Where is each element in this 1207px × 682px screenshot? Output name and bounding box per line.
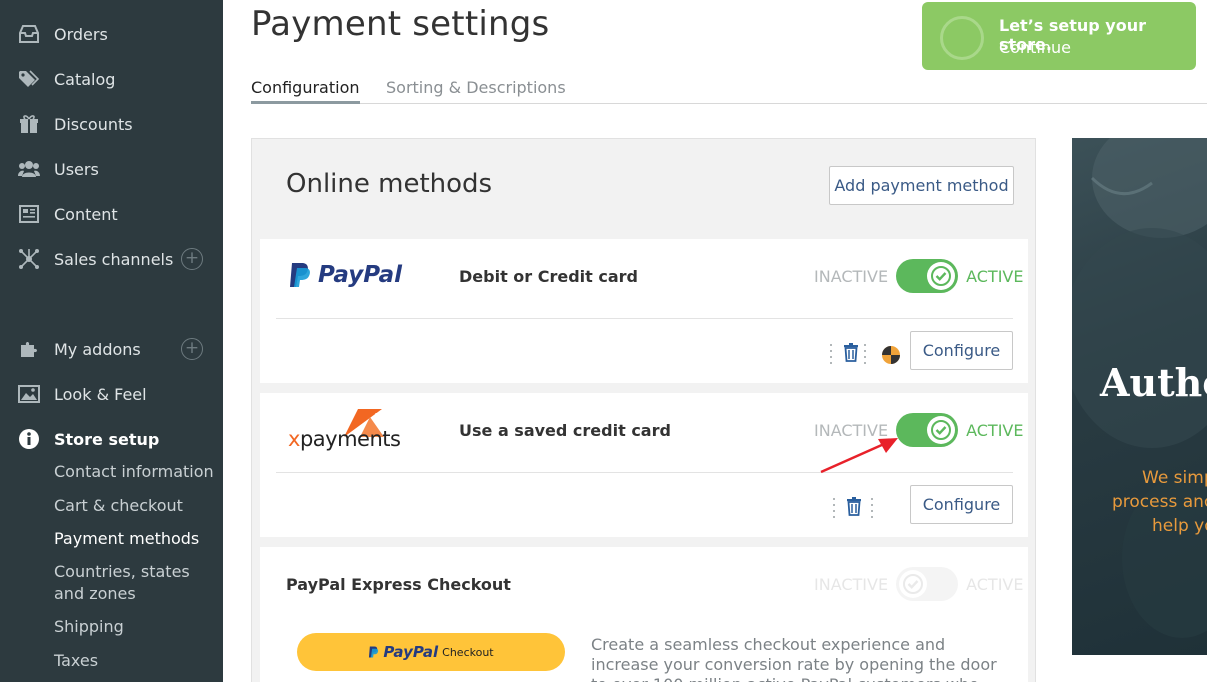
sidebar: Orders Catalog Discounts Users Content S… xyxy=(0,0,223,682)
setup-store-banner[interactable]: Let’s setup your store. Continue xyxy=(922,2,1196,70)
sidebar-item-discounts[interactable]: Discounts xyxy=(18,112,133,136)
sidebar-subitem-countries-states-zones[interactable]: Countries, states and zones xyxy=(54,561,204,605)
sidebar-item-label: Discounts xyxy=(54,114,133,134)
promo-title: Autho xyxy=(1100,360,1207,405)
method-description: Create a seamless checkout experience an… xyxy=(591,635,997,682)
content-icon xyxy=(18,203,40,225)
active-toggle[interactable] xyxy=(896,567,959,601)
sidebar-subitem-shipping[interactable]: Shipping xyxy=(54,616,214,638)
active-label: ACTIVE xyxy=(966,420,1024,440)
sidebar-item-label: Sales channels xyxy=(54,249,174,269)
inactive-label: INACTIVE xyxy=(814,574,889,594)
red-arrow-annotation xyxy=(820,438,898,474)
sidebar-item-content[interactable]: Content xyxy=(18,202,118,226)
sidebar-item-store-setup[interactable]: Store setup xyxy=(18,427,159,451)
separator-dots xyxy=(863,344,867,364)
test-mode-icon[interactable] xyxy=(881,345,901,365)
sidebar-item-label: Look & Feel xyxy=(54,384,147,404)
sidebar-item-label: Content xyxy=(54,204,118,224)
online-methods-panel: Online methods Add payment method PayPal… xyxy=(251,138,1036,682)
sidebar-item-sales-channels[interactable]: Sales channels xyxy=(18,247,173,271)
sidebar-item-my-addons[interactable]: My addons xyxy=(18,337,141,361)
promo-text-line: process anc xyxy=(1112,492,1207,512)
sidebar-item-catalog[interactable]: Catalog xyxy=(18,67,115,91)
check-icon xyxy=(927,416,956,444)
users-icon xyxy=(18,158,40,180)
status-toggle-group: INACTIVE ACTIVE xyxy=(814,259,1023,293)
progress-ring-icon xyxy=(940,16,984,60)
trash-icon[interactable] xyxy=(843,343,859,366)
tab-configuration[interactable]: Configuration xyxy=(251,78,360,104)
tag-icon xyxy=(18,68,40,90)
add-addon-button[interactable]: + xyxy=(181,338,203,360)
sidebar-item-label: Store setup xyxy=(54,429,160,449)
sidebar-item-look-feel[interactable]: Look & Feel xyxy=(18,382,147,406)
payment-method-card: PayPal Debit or Credit card INACTIVE ACT… xyxy=(260,239,1028,383)
tab-bar: Configuration Sorting & Descriptions xyxy=(251,78,1207,104)
sidebar-item-orders[interactable]: Orders xyxy=(18,22,108,46)
paypal-checkout-button[interactable]: PayPal Checkout xyxy=(297,633,565,671)
paypal-icon xyxy=(369,646,379,658)
method-name: PayPal Express Checkout xyxy=(286,575,511,594)
sidebar-item-label: Users xyxy=(54,159,99,179)
method-name: Debit or Credit card xyxy=(459,267,639,286)
paypal-logo: PayPal xyxy=(288,261,402,289)
active-label: ACTIVE xyxy=(966,266,1024,286)
image-icon xyxy=(18,383,40,405)
drag-handle-icon[interactable] xyxy=(829,344,833,364)
status-toggle-group: INACTIVE ACTIVE xyxy=(814,567,1023,601)
divider xyxy=(276,318,1013,319)
payment-method-card: PayPal Express Checkout INACTIVE ACTIVE … xyxy=(260,547,1028,682)
gift-icon xyxy=(18,113,40,135)
page-title: Payment settings xyxy=(251,4,550,44)
sidebar-subitem-payment-methods[interactable]: Payment methods xyxy=(54,528,214,550)
sidebar-subitem-contact-information[interactable]: Contact information xyxy=(54,461,214,483)
active-toggle[interactable] xyxy=(896,259,959,293)
add-payment-method-button[interactable]: Add payment method xyxy=(829,166,1014,205)
configure-button[interactable]: Configure xyxy=(910,485,1013,524)
orders-icon xyxy=(18,23,40,45)
configure-button[interactable]: Configure xyxy=(910,331,1013,370)
trash-icon[interactable] xyxy=(846,497,862,520)
promo-banner[interactable]: Autho We simp process anc help yo xyxy=(1072,138,1207,655)
active-label: ACTIVE xyxy=(966,574,1024,594)
inactive-label: INACTIVE xyxy=(814,266,889,286)
sidebar-item-label: Catalog xyxy=(54,69,116,89)
sidebar-subitem-cart-checkout[interactable]: Cart & checkout xyxy=(54,495,214,517)
tab-sorting-descriptions[interactable]: Sorting & Descriptions xyxy=(386,78,566,104)
promo-text-line: We simp xyxy=(1142,468,1207,488)
sidebar-item-users[interactable]: Users xyxy=(18,157,99,181)
xpayments-logo: x9 xpayments xyxy=(288,409,401,451)
separator-dots xyxy=(870,498,874,518)
info-icon xyxy=(18,428,40,450)
method-name: Use a saved credit card xyxy=(459,421,671,440)
sidebar-subitem-taxes[interactable]: Taxes xyxy=(54,650,214,672)
promo-text-line: help yo xyxy=(1152,516,1207,536)
puzzle-icon xyxy=(18,338,40,360)
check-icon xyxy=(927,262,956,290)
network-icon xyxy=(18,248,40,270)
panel-title: Online methods xyxy=(286,169,493,199)
sidebar-item-label: My addons xyxy=(54,339,141,359)
xpayments-wordmark: payments xyxy=(299,427,401,451)
drag-handle-icon[interactable] xyxy=(832,498,836,518)
setup-continue-link[interactable]: Continue xyxy=(999,38,1071,57)
payment-method-card: x9 xpayments Use a saved credit card INA… xyxy=(260,393,1028,537)
add-sales-channel-button[interactable]: + xyxy=(181,248,203,270)
check-icon xyxy=(899,570,928,598)
sidebar-item-label: Orders xyxy=(54,24,108,44)
